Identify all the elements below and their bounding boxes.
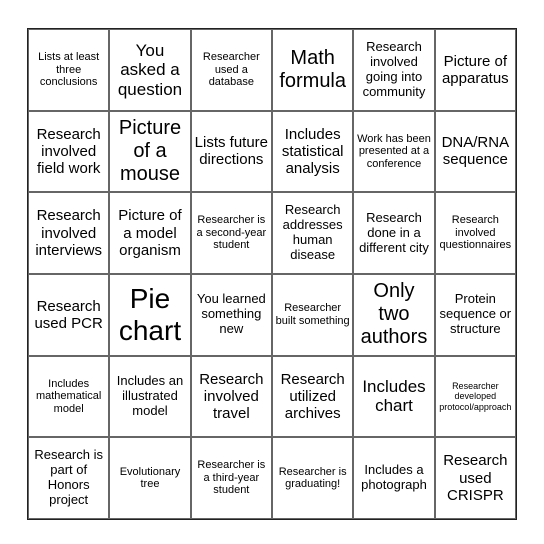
bingo-cell[interactable]: Research is part of Honors project xyxy=(28,437,110,519)
bingo-cell[interactable]: Research involved travel xyxy=(190,355,272,438)
bingo-cell[interactable]: Researcher built something xyxy=(272,273,354,356)
bingo-cell-text: Math formula xyxy=(279,46,347,92)
bingo-cell[interactable]: Research involved field work xyxy=(28,110,110,193)
bingo-cell-text: Research utilized archives xyxy=(280,370,345,423)
bingo-cell[interactable]: Includes an illustrated model xyxy=(109,355,191,438)
bingo-cell-text: Includes mathematical model xyxy=(35,377,102,415)
bingo-cell[interactable]: Research addresses human disease xyxy=(272,192,354,274)
bingo-cell[interactable]: Research done in a different city xyxy=(353,192,435,274)
bingo-cell-text: You asked a question xyxy=(117,40,183,99)
bingo-cell[interactable]: Researcher is a third-year student xyxy=(190,437,272,519)
bingo-cell[interactable]: Research used PCR xyxy=(28,273,110,356)
bingo-cell-text: You learned something new xyxy=(196,291,266,337)
bingo-cell[interactable]: You learned something new xyxy=(190,273,272,356)
bingo-cell-text: Research used CRISPR xyxy=(443,452,508,504)
bingo-cell-text: Picture of a model organism xyxy=(118,207,182,259)
bingo-cell[interactable]: You asked a question xyxy=(109,29,191,111)
bingo-cell[interactable]: Lists future directions xyxy=(190,110,272,193)
bingo-cell-text: Lists at least three conclusions xyxy=(38,50,100,89)
bingo-cell-text: Researcher is a second-year student xyxy=(196,214,267,252)
bingo-card: Lists at least three conclusions You aske… xyxy=(27,28,517,520)
bingo-cell-text: Researcher built something xyxy=(275,302,350,327)
bingo-cell[interactable]: Researcher is a second-year student xyxy=(190,192,272,274)
bingo-cell-text: Research used PCR xyxy=(34,297,103,332)
bingo-cell-text: Research involved questionnaires xyxy=(439,214,512,252)
bingo-cell-text: Research involved going into community xyxy=(362,38,426,99)
bingo-cell-text: Work has been presented at a conference xyxy=(357,132,431,170)
bingo-cell-text: Researcher is a third-year student xyxy=(197,459,266,497)
bingo-cell-text: Evolutionary tree xyxy=(119,465,181,491)
bingo-cell-text: Research is part of Honors project xyxy=(34,447,103,508)
bingo-cell[interactable]: Research utilized archives xyxy=(272,355,354,438)
bingo-cell[interactable]: DNA/RNA sequence xyxy=(434,110,516,193)
bingo-cell-text: Picture of apparatus xyxy=(441,52,509,87)
bingo-cell-text: Researcher is graduating! xyxy=(278,465,347,491)
bingo-cell-text: DNA/RNA sequence xyxy=(441,134,510,169)
bingo-cell[interactable]: Researcher developed protocol/approach xyxy=(434,355,516,438)
bingo-cell[interactable]: Researcher used a database xyxy=(190,29,272,111)
bingo-cell[interactable]: Lists at least three conclusions xyxy=(28,29,110,111)
bingo-cell[interactable]: Only two authors xyxy=(353,273,435,356)
bingo-cell-text: Research addresses human disease xyxy=(282,202,343,263)
bingo-cell[interactable]: Picture of a model organism xyxy=(109,192,191,274)
bingo-cell-text: Pie chart xyxy=(118,282,182,346)
bingo-cell-text: Includes statistical analysis xyxy=(281,125,344,178)
bingo-cell[interactable]: Research involved going into community xyxy=(353,29,435,111)
bingo-cell-text: Only two authors xyxy=(360,280,428,349)
bingo-cell[interactable]: Research involved interviews xyxy=(28,192,110,274)
bingo-cell[interactable]: Math formula xyxy=(272,29,354,111)
bingo-cell-text: Research involved travel xyxy=(199,370,264,423)
bingo-cell-text: Protein sequence or structure xyxy=(439,291,512,337)
bingo-cell[interactable]: Includes a photograph xyxy=(353,437,435,519)
bingo-cell[interactable]: Picture of apparatus xyxy=(434,29,516,111)
bingo-cell[interactable]: Pie chart xyxy=(109,273,191,356)
bingo-cell[interactable]: Picture of a mouse xyxy=(109,110,191,193)
bingo-cell[interactable]: Includes chart xyxy=(353,355,435,438)
bingo-cell[interactable]: Research involved questionnaires xyxy=(434,192,516,274)
bingo-cell[interactable]: Includes statistical analysis xyxy=(272,110,354,193)
bingo-cell[interactable]: Protein sequence or structure xyxy=(434,273,516,356)
bingo-cell-text: Includes a photograph xyxy=(361,462,427,493)
bingo-cell-text: Lists future directions xyxy=(194,134,269,169)
bingo-cell-text: Picture of a mouse xyxy=(118,116,182,185)
bingo-cell[interactable]: Researcher is graduating! xyxy=(272,437,354,519)
bingo-cell-text: Researcher developed protocol/approach xyxy=(439,380,512,412)
bingo-cell-text: Research involved interviews xyxy=(35,207,102,259)
bingo-cell-text: Research done in a different city xyxy=(359,209,429,255)
bingo-cell[interactable]: Work has been presented at a conference xyxy=(353,110,435,193)
bingo-cell[interactable]: Evolutionary tree xyxy=(109,437,191,519)
bingo-cell-text: Research involved field work xyxy=(36,125,101,178)
bingo-cell[interactable]: Research used CRISPR xyxy=(434,437,516,519)
bingo-cell-text: Includes chart xyxy=(362,376,426,416)
bingo-cell[interactable]: Includes mathematical model xyxy=(28,355,110,438)
bingo-cell-text: Includes an illustrated model xyxy=(116,373,184,418)
bingo-cell-text: Researcher used a database xyxy=(202,50,260,89)
